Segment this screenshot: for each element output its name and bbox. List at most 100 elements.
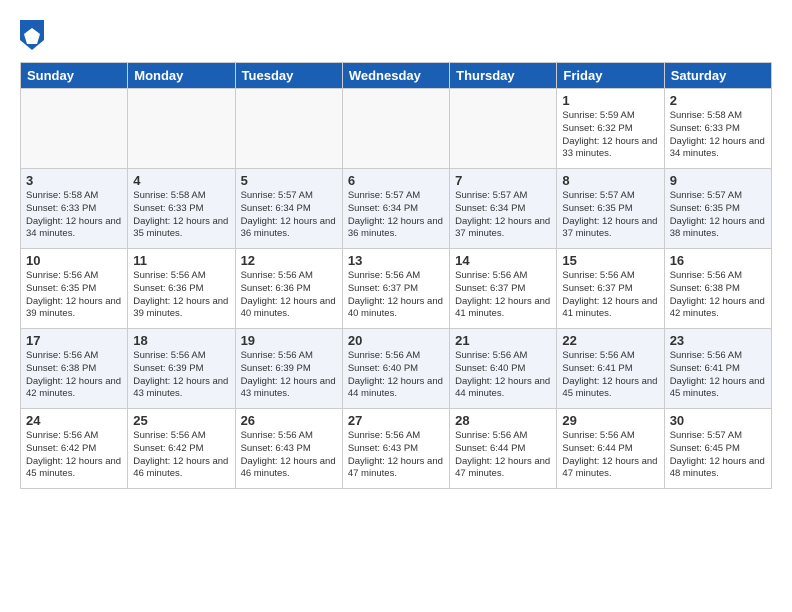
day-detail: Sunrise: 5:56 AM Sunset: 6:38 PM Dayligh…	[670, 270, 766, 321]
day-number: 5	[241, 173, 337, 188]
calendar-cell: 26 Sunrise: 5:56 AM Sunset: 6:43 PM Dayli…	[235, 409, 342, 489]
calendar-cell: 25Sunrise: 5:56 AM Sunset: 6:42 PM Dayli…	[128, 409, 235, 489]
day-number: 12	[241, 253, 337, 268]
calendar-header-row: SundayMondayTuesdayWednesdayThursdayFrid…	[21, 63, 772, 89]
day-detail: Sunrise: 5:56 AM Sunset: 6:39 PM Dayligh…	[133, 350, 229, 401]
calendar-cell: 10 Sunrise: 5:56 AM Sunset: 6:35 PM Dayli…	[21, 249, 128, 329]
calendar-cell: 15 Sunrise: 5:56 AM Sunset: 6:37 PM Dayli…	[557, 249, 664, 329]
calendar-week-row: 1 Sunrise: 5:59 AM Sunset: 6:32 PM Daylig…	[21, 89, 772, 169]
logo	[20, 20, 46, 50]
calendar-cell: 13 Sunrise: 5:56 AM Sunset: 6:37 PM Dayli…	[342, 249, 449, 329]
day-number: 21	[455, 333, 551, 348]
day-detail: Sunrise: 5:56 AM Sunset: 6:44 PM Dayligh…	[455, 430, 551, 481]
day-detail: Sunrise: 5:56 AM Sunset: 6:36 PM Dayligh…	[133, 270, 229, 321]
day-detail: Sunrise: 5:56 AM Sunset: 6:37 PM Dayligh…	[562, 270, 658, 321]
calendar-week-row: 24Sunrise: 5:56 AM Sunset: 6:42 PM Dayli…	[21, 409, 772, 489]
logo-icon	[20, 20, 44, 50]
day-number: 25	[133, 413, 229, 428]
calendar-cell: 19 Sunrise: 5:56 AM Sunset: 6:39 PM Dayli…	[235, 329, 342, 409]
calendar-cell: 11 Sunrise: 5:56 AM Sunset: 6:36 PM Dayli…	[128, 249, 235, 329]
day-detail: Sunrise: 5:56 AM Sunset: 6:37 PM Dayligh…	[455, 270, 551, 321]
calendar-week-row: 3 Sunrise: 5:58 AM Sunset: 6:33 PM Daylig…	[21, 169, 772, 249]
day-detail: Sunrise: 5:58 AM Sunset: 6:33 PM Dayligh…	[670, 110, 766, 161]
calendar-cell: 30 Sunrise: 5:57 AM Sunset: 6:45 PM Dayli…	[664, 409, 771, 489]
day-number: 11	[133, 253, 229, 268]
page: SundayMondayTuesdayWednesdayThursdayFrid…	[0, 0, 792, 505]
day-detail: Sunrise: 5:57 AM Sunset: 6:34 PM Dayligh…	[348, 190, 444, 241]
calendar-header-sunday: Sunday	[21, 63, 128, 89]
day-detail: Sunrise: 5:58 AM Sunset: 6:33 PM Dayligh…	[133, 190, 229, 241]
calendar-header-wednesday: Wednesday	[342, 63, 449, 89]
calendar-header-thursday: Thursday	[450, 63, 557, 89]
calendar-header-monday: Monday	[128, 63, 235, 89]
day-number: 13	[348, 253, 444, 268]
calendar-cell	[235, 89, 342, 169]
day-detail: Sunrise: 5:56 AM Sunset: 6:42 PM Dayligh…	[26, 430, 122, 481]
day-number: 4	[133, 173, 229, 188]
day-detail: Sunrise: 5:56 AM Sunset: 6:41 PM Dayligh…	[562, 350, 658, 401]
day-detail: Sunrise: 5:58 AM Sunset: 6:33 PM Dayligh…	[26, 190, 122, 241]
day-number: 3	[26, 173, 122, 188]
day-detail: Sunrise: 5:57 AM Sunset: 6:35 PM Dayligh…	[670, 190, 766, 241]
calendar-cell: 5 Sunrise: 5:57 AM Sunset: 6:34 PM Daylig…	[235, 169, 342, 249]
day-number: 9	[670, 173, 766, 188]
day-detail: Sunrise: 5:59 AM Sunset: 6:32 PM Dayligh…	[562, 110, 658, 161]
calendar-cell: 17Sunrise: 5:56 AM Sunset: 6:38 PM Dayli…	[21, 329, 128, 409]
calendar-cell	[21, 89, 128, 169]
day-detail: Sunrise: 5:57 AM Sunset: 6:34 PM Dayligh…	[241, 190, 337, 241]
header	[20, 16, 772, 50]
calendar-cell: 3 Sunrise: 5:58 AM Sunset: 6:33 PM Daylig…	[21, 169, 128, 249]
day-detail: Sunrise: 5:56 AM Sunset: 6:35 PM Dayligh…	[26, 270, 122, 321]
calendar-cell: 24Sunrise: 5:56 AM Sunset: 6:42 PM Dayli…	[21, 409, 128, 489]
day-number: 8	[562, 173, 658, 188]
calendar-cell: 16 Sunrise: 5:56 AM Sunset: 6:38 PM Dayli…	[664, 249, 771, 329]
day-number: 23	[670, 333, 766, 348]
day-detail: Sunrise: 5:56 AM Sunset: 6:43 PM Dayligh…	[241, 430, 337, 481]
calendar-cell: 18 Sunrise: 5:56 AM Sunset: 6:39 PM Dayli…	[128, 329, 235, 409]
calendar-cell: 29Sunrise: 5:56 AM Sunset: 6:44 PM Dayli…	[557, 409, 664, 489]
calendar-cell: 23 Sunrise: 5:56 AM Sunset: 6:41 PM Dayli…	[664, 329, 771, 409]
calendar-header-friday: Friday	[557, 63, 664, 89]
calendar-cell: 27 Sunrise: 5:56 AM Sunset: 6:43 PM Dayli…	[342, 409, 449, 489]
calendar-cell: 7Sunrise: 5:57 AM Sunset: 6:34 PM Daylig…	[450, 169, 557, 249]
day-detail: Sunrise: 5:56 AM Sunset: 6:40 PM Dayligh…	[348, 350, 444, 401]
day-number: 26	[241, 413, 337, 428]
day-number: 6	[348, 173, 444, 188]
day-detail: Sunrise: 5:56 AM Sunset: 6:39 PM Dayligh…	[241, 350, 337, 401]
calendar-cell: 21 Sunrise: 5:56 AM Sunset: 6:40 PM Dayli…	[450, 329, 557, 409]
day-number: 19	[241, 333, 337, 348]
calendar-cell: 8 Sunrise: 5:57 AM Sunset: 6:35 PM Daylig…	[557, 169, 664, 249]
calendar-cell: 4 Sunrise: 5:58 AM Sunset: 6:33 PM Daylig…	[128, 169, 235, 249]
day-number: 10	[26, 253, 122, 268]
day-detail: Sunrise: 5:56 AM Sunset: 6:43 PM Dayligh…	[348, 430, 444, 481]
calendar-table: SundayMondayTuesdayWednesdayThursdayFrid…	[20, 62, 772, 489]
day-number: 18	[133, 333, 229, 348]
day-detail: Sunrise: 5:56 AM Sunset: 6:36 PM Dayligh…	[241, 270, 337, 321]
day-number: 30	[670, 413, 766, 428]
day-number: 27	[348, 413, 444, 428]
day-detail: Sunrise: 5:56 AM Sunset: 6:37 PM Dayligh…	[348, 270, 444, 321]
calendar-cell	[450, 89, 557, 169]
calendar-cell: 22 Sunrise: 5:56 AM Sunset: 6:41 PM Dayli…	[557, 329, 664, 409]
day-number: 28	[455, 413, 551, 428]
calendar-cell: 6 Sunrise: 5:57 AM Sunset: 6:34 PM Daylig…	[342, 169, 449, 249]
day-number: 1	[562, 93, 658, 108]
calendar-week-row: 10 Sunrise: 5:56 AM Sunset: 6:35 PM Dayli…	[21, 249, 772, 329]
calendar-cell: 20Sunrise: 5:56 AM Sunset: 6:40 PM Dayli…	[342, 329, 449, 409]
day-detail: Sunrise: 5:57 AM Sunset: 6:45 PM Dayligh…	[670, 430, 766, 481]
day-number: 22	[562, 333, 658, 348]
calendar-cell: 9 Sunrise: 5:57 AM Sunset: 6:35 PM Daylig…	[664, 169, 771, 249]
day-detail: Sunrise: 5:56 AM Sunset: 6:41 PM Dayligh…	[670, 350, 766, 401]
calendar-cell: 12 Sunrise: 5:56 AM Sunset: 6:36 PM Dayli…	[235, 249, 342, 329]
day-number: 17	[26, 333, 122, 348]
day-detail: Sunrise: 5:56 AM Sunset: 6:40 PM Dayligh…	[455, 350, 551, 401]
calendar-cell: 1 Sunrise: 5:59 AM Sunset: 6:32 PM Daylig…	[557, 89, 664, 169]
day-number: 16	[670, 253, 766, 268]
day-number: 7	[455, 173, 551, 188]
day-detail: Sunrise: 5:57 AM Sunset: 6:35 PM Dayligh…	[562, 190, 658, 241]
day-number: 29	[562, 413, 658, 428]
day-number: 2	[670, 93, 766, 108]
calendar-cell: 2 Sunrise: 5:58 AM Sunset: 6:33 PM Daylig…	[664, 89, 771, 169]
calendar-header-saturday: Saturday	[664, 63, 771, 89]
day-number: 15	[562, 253, 658, 268]
